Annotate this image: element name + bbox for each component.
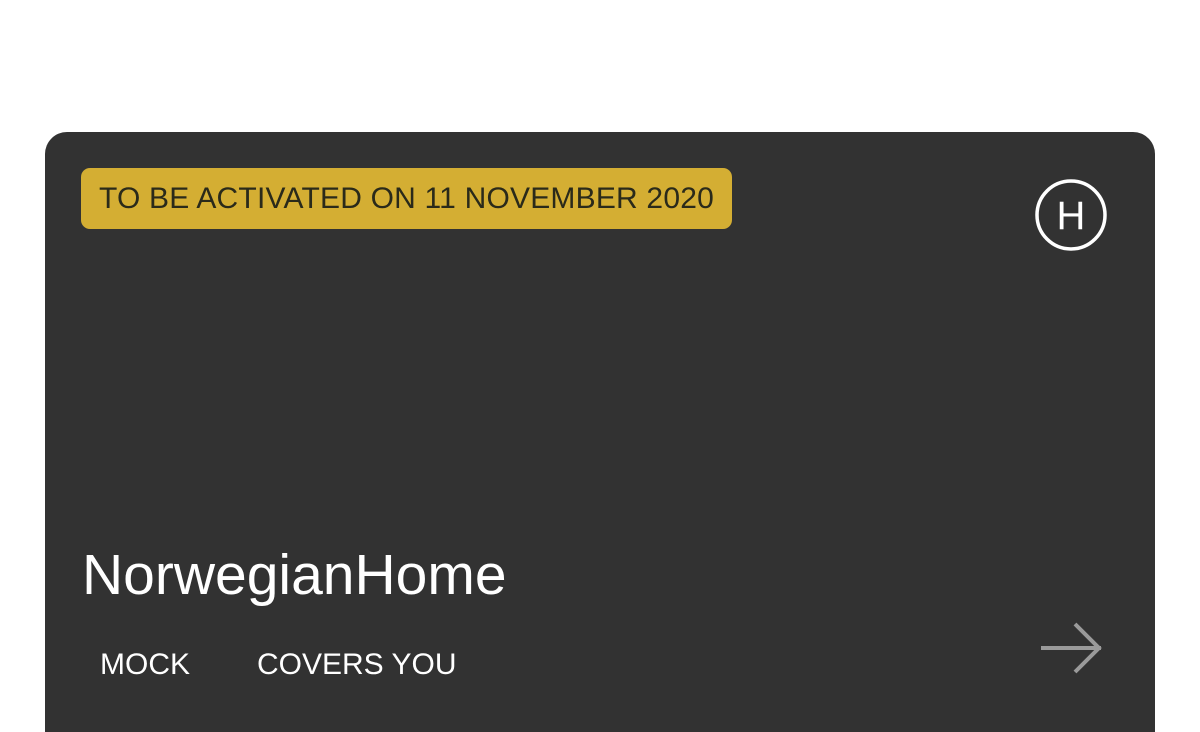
circle-h-logo-icon: H (1035, 179, 1107, 251)
logo-letter: H (1057, 194, 1086, 238)
status-badge: TO BE ACTIVATED ON 11 NOVEMBER 2020 (81, 168, 732, 229)
tag-covers-you: COVERS YOU (257, 648, 457, 681)
card-tags: MOCK COVERS YOU (100, 645, 457, 685)
arrow-right-icon[interactable] (1041, 620, 1103, 676)
tag-mock: MOCK (100, 648, 190, 681)
insurance-card[interactable]: TO BE ACTIVATED ON 11 NOVEMBER 2020 H No… (45, 132, 1155, 732)
card-title: NorwegianHome (82, 543, 507, 607)
